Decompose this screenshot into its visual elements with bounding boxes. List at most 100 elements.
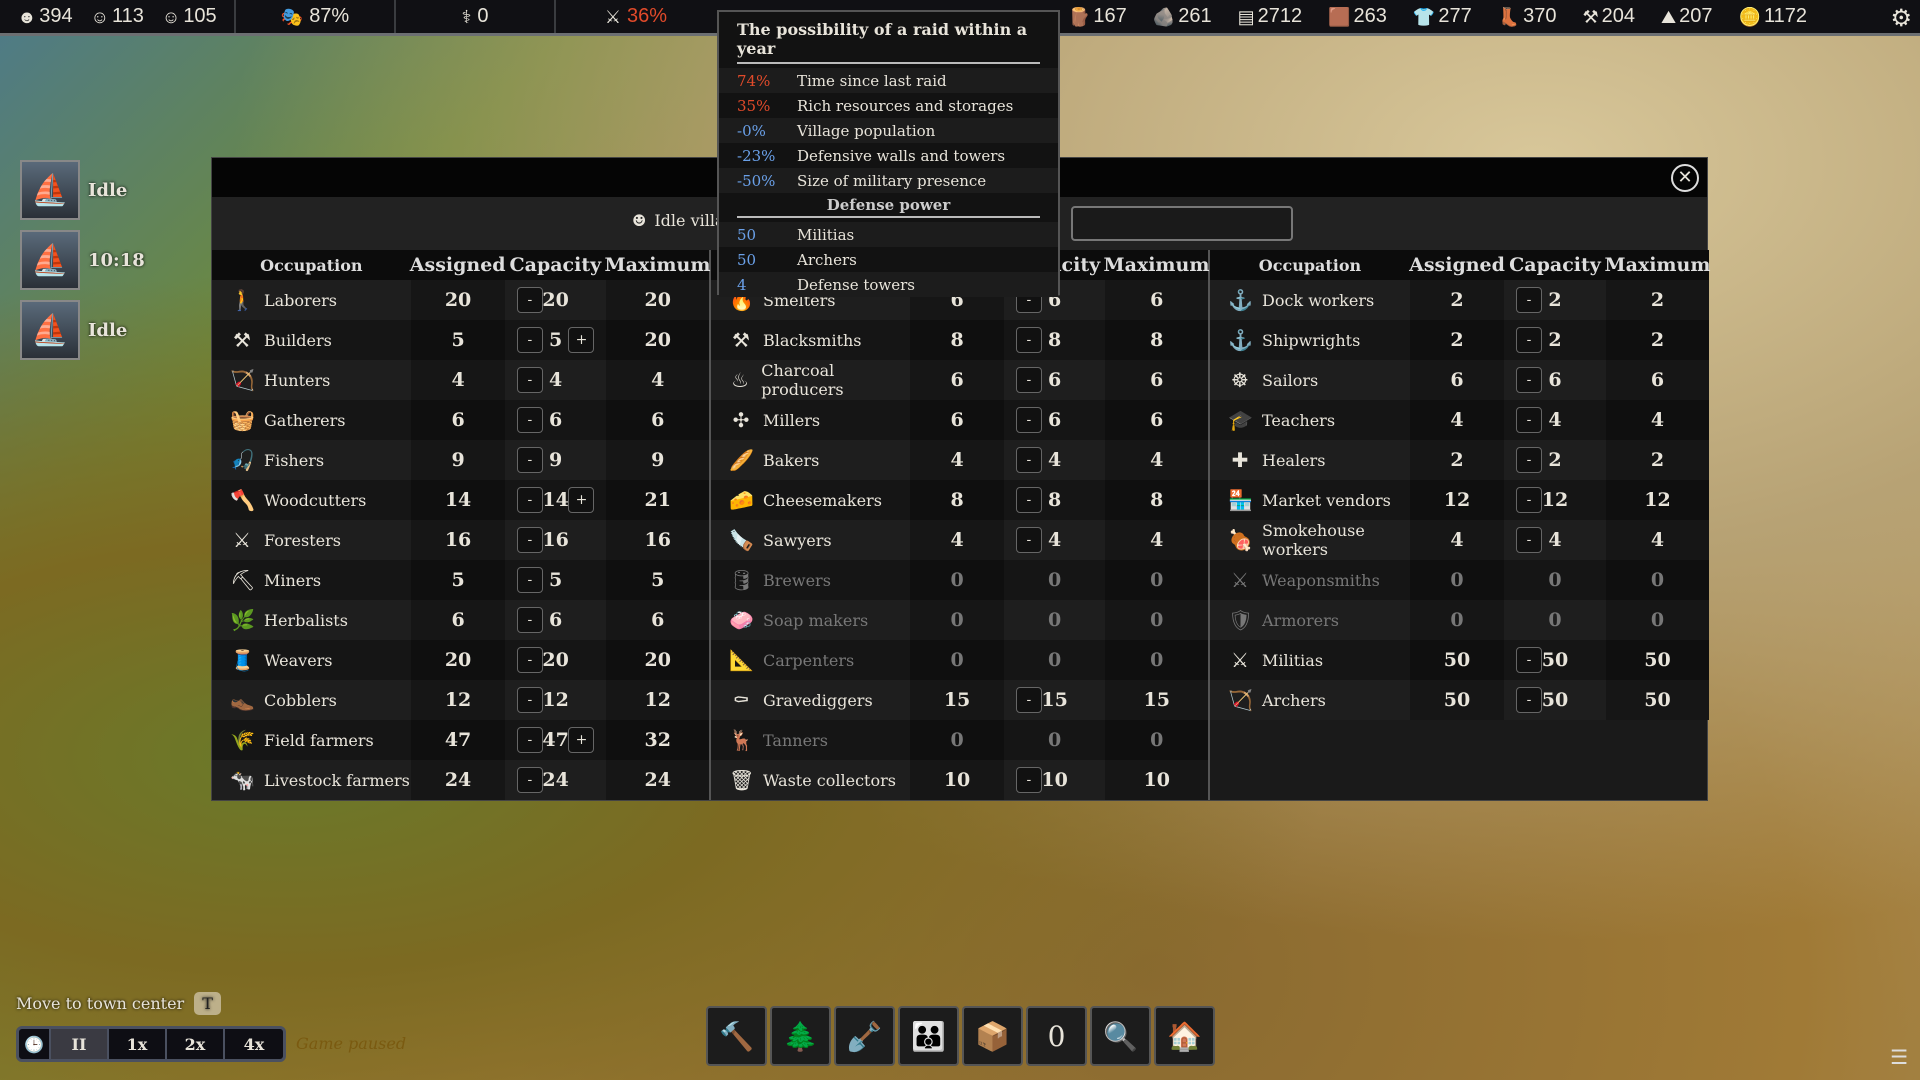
- decrease-capacity-button[interactable]: -: [1015, 687, 1042, 713]
- decrease-capacity-button[interactable]: -: [516, 687, 543, 713]
- decrease-capacity-button[interactable]: -: [516, 527, 543, 553]
- resource-item[interactable]: ⛰ 207: [1661, 5, 1713, 28]
- occupation-name: Livestock farmers: [264, 770, 410, 790]
- decrease-capacity-button[interactable]: -: [1015, 367, 1042, 393]
- pause-button[interactable]: II: [51, 1029, 109, 1059]
- decrease-capacity-button[interactable]: -: [1516, 407, 1542, 433]
- raid-section[interactable]: ⚔ 36%: [556, 0, 716, 33]
- occupation-cell: 🎣 Fishers: [212, 448, 411, 472]
- waste-collectors-icon: 🗑: [729, 768, 755, 792]
- settings-gear-icon[interactable]: ⚙: [1890, 4, 1912, 33]
- header-occupation: Occupation: [1258, 255, 1362, 275]
- resource-value: 261: [1178, 5, 1212, 27]
- decrease-capacity-button[interactable]: -: [1015, 527, 1042, 553]
- capacity-value: 12: [542, 689, 569, 711]
- decrease-capacity-button[interactable]: -: [516, 327, 543, 353]
- decrease-capacity-button[interactable]: -: [1015, 327, 1042, 353]
- decrease-capacity-button[interactable]: -: [516, 767, 543, 793]
- increase-capacity-button[interactable]: +: [568, 327, 595, 353]
- ship-icon[interactable]: ⛵: [20, 300, 80, 360]
- capacity-value: 4: [549, 369, 563, 391]
- resource-value: 263: [1353, 5, 1387, 27]
- nature-button[interactable]: 🌲: [770, 1006, 831, 1066]
- table-row: 🏪 Market vendors 12-12 12: [1210, 480, 1709, 520]
- resource-item[interactable]: 🪵 167: [1068, 5, 1127, 28]
- decrease-capacity-button[interactable]: -: [1015, 407, 1042, 433]
- table-row: 🪚 Sawyers 4-4 4: [711, 520, 1209, 560]
- increase-capacity-button[interactable]: +: [568, 727, 595, 753]
- speed-2x-button[interactable]: 2x: [167, 1029, 225, 1059]
- speed-4x-button[interactable]: 4x: [225, 1029, 283, 1059]
- gravediggers-icon: ⚰: [732, 688, 750, 712]
- decrease-capacity-button[interactable]: -: [516, 727, 543, 753]
- health-value: 0: [477, 5, 489, 27]
- decrease-capacity-button[interactable]: -: [1516, 527, 1542, 553]
- resource-item[interactable]: ⚒ 204: [1583, 5, 1636, 28]
- decrease-capacity-button[interactable]: -: [1516, 647, 1542, 673]
- ship-icon[interactable]: ⛵: [20, 160, 80, 220]
- shovel-button[interactable]: 🪏: [834, 1006, 895, 1066]
- storage-button[interactable]: 📦: [962, 1006, 1023, 1066]
- factor-value: -0%: [737, 121, 766, 140]
- ship-icon[interactable]: ⛵: [20, 230, 80, 290]
- decrease-capacity-button[interactable]: -: [1015, 487, 1042, 513]
- ship-status[interactable]: ⛵ Idle: [20, 300, 145, 360]
- capacity-cell: -4: [505, 367, 607, 393]
- decrease-capacity-button[interactable]: -: [516, 607, 543, 633]
- decrease-capacity-button[interactable]: -: [516, 447, 543, 473]
- ship-status[interactable]: ⛵ 10:18: [20, 230, 145, 290]
- defense-value: 50: [737, 225, 757, 244]
- table-row: ✣ Millers 6-6 6: [711, 400, 1209, 440]
- search-input[interactable]: [1071, 206, 1293, 241]
- table-row: ⚔ Foresters 16-16 16: [212, 520, 710, 560]
- build-button[interactable]: 🔨: [706, 1006, 767, 1066]
- decrease-capacity-button[interactable]: -: [1516, 687, 1542, 713]
- resource-item[interactable]: ▤ 2712: [1238, 5, 1303, 28]
- population-section[interactable]: ☻ 394 ☺ 113 ☺ 105: [0, 0, 236, 33]
- decrease-capacity-button[interactable]: -: [516, 487, 543, 513]
- resource-item[interactable]: 👢 370: [1498, 5, 1557, 28]
- find-villager-button[interactable]: 🔍: [1090, 1006, 1151, 1066]
- capacity-value: 6: [1548, 369, 1562, 391]
- factor-value: -50%: [737, 171, 776, 190]
- resource-item[interactable]: 🪨 261: [1153, 5, 1212, 28]
- speed-1x-button[interactable]: 1x: [109, 1029, 167, 1059]
- find-building-button[interactable]: 🏠: [1154, 1006, 1215, 1066]
- health-section[interactable]: ⚕ 0: [396, 0, 556, 33]
- maximum-value: 6: [606, 600, 710, 640]
- villagers-button[interactable]: 👪: [898, 1006, 959, 1066]
- counter-button[interactable]: 0: [1026, 1006, 1087, 1066]
- decrease-capacity-button[interactable]: -: [1015, 767, 1042, 793]
- resource-item[interactable]: 🟫 263: [1328, 5, 1387, 28]
- decrease-capacity-button[interactable]: -: [516, 647, 543, 673]
- decrease-capacity-button[interactable]: -: [1516, 487, 1542, 513]
- factor-value: -23%: [737, 146, 776, 165]
- resource-item[interactable]: 🪙 1172: [1739, 5, 1807, 28]
- resource-item[interactable]: 👕 277: [1413, 5, 1472, 28]
- decrease-capacity-button[interactable]: -: [1516, 287, 1542, 313]
- decrease-capacity-button[interactable]: -: [516, 407, 543, 433]
- happiness-section[interactable]: 🎭 87%: [236, 0, 396, 33]
- move-to-town-center-hint[interactable]: Move to town center T: [16, 992, 221, 1015]
- decrease-capacity-button[interactable]: -: [1015, 447, 1042, 473]
- resource-value: 1172: [1763, 5, 1807, 27]
- decrease-capacity-button[interactable]: -: [1516, 447, 1542, 473]
- decrease-capacity-button[interactable]: -: [516, 287, 543, 313]
- close-button[interactable]: ✕: [1671, 164, 1699, 192]
- ship-status[interactable]: ⛵ Idle: [20, 160, 145, 220]
- assigned-value: 0: [1410, 600, 1504, 640]
- clock-icon[interactable]: 🕒: [19, 1029, 51, 1059]
- defense-item: 50 Militias: [719, 222, 1058, 247]
- decrease-capacity-button[interactable]: -: [1516, 367, 1542, 393]
- tooltip-title: The possibility of a raid within a year: [737, 20, 1040, 64]
- assigned-value: 20: [411, 280, 505, 320]
- find-villager-icon: 🔍: [1103, 1019, 1138, 1053]
- maximum-value: 4: [1105, 440, 1209, 480]
- occupation-cell: ⚒ Blacksmiths: [711, 328, 910, 352]
- decrease-capacity-button[interactable]: -: [516, 367, 543, 393]
- list-menu-icon[interactable]: ☰: [1890, 1045, 1908, 1069]
- decrease-capacity-button[interactable]: -: [516, 567, 543, 593]
- decrease-capacity-button[interactable]: -: [1516, 327, 1542, 353]
- increase-capacity-button[interactable]: +: [568, 487, 595, 513]
- occupation-name: Weaponsmiths: [1262, 570, 1380, 590]
